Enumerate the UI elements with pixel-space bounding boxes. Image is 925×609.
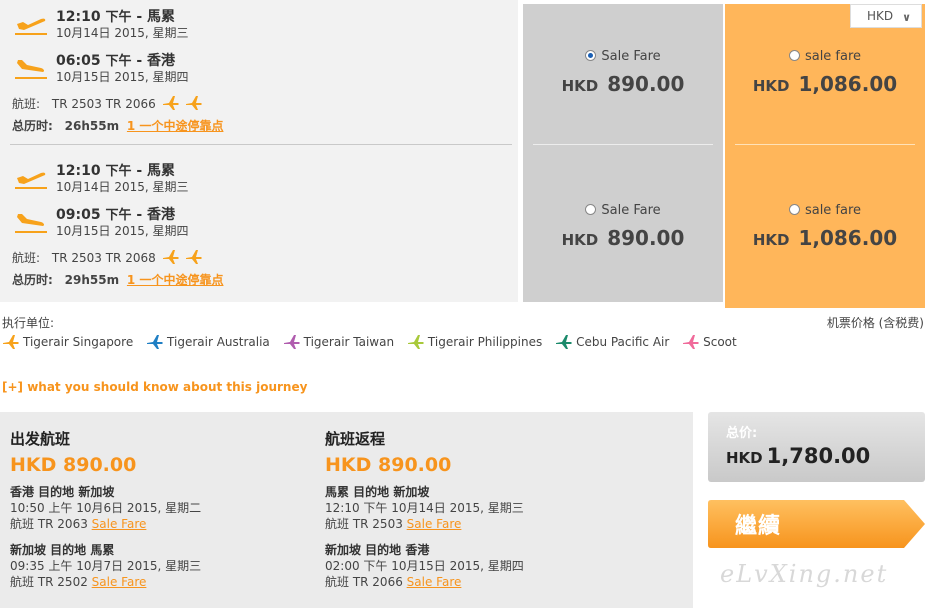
tigerair-singapore-icon <box>186 96 203 110</box>
watermark-logo: eLvXing.net <box>720 560 889 588</box>
plane-icon <box>407 335 424 349</box>
fare-price: HKD 890.00 <box>561 226 685 250</box>
fare-radio-button[interactable] <box>585 204 597 215</box>
operators-legend: Tigerair Singapore Tigerair Australia Ti… <box>2 334 746 350</box>
fare-price: HKD 1,086.00 <box>752 72 898 96</box>
fare-price: HKD 1,086.00 <box>752 226 898 250</box>
operators-label: 执行单位: <box>2 316 55 330</box>
fare-cell-option-1[interactable]: Sale Fare HKD 890.00 <box>523 4 723 144</box>
arrival-date: 10月15日 2015, 星期四 <box>56 224 189 238</box>
fare-label: Sale Fare <box>601 49 661 64</box>
option-divider <box>10 144 512 145</box>
stops-link[interactable]: 1 一个中途停靠点 <box>127 273 224 287</box>
currency-value: HKD <box>867 9 894 23</box>
operator-tigerair-singapore: Tigerair Singapore <box>2 334 133 350</box>
departure-date: 10月14日 2015, 星期三 <box>56 26 189 40</box>
duration-row: 总历时: 26h55m 1 一个中途停靠点 <box>12 116 512 138</box>
fare-link[interactable]: Sale Fare <box>407 575 462 589</box>
duration-label: 总历时: <box>12 273 53 287</box>
currency-select[interactable]: HKD ∨ <box>850 4 922 28</box>
fare-cell-option-2[interactable]: sale fare HKD 1,086.00 <box>725 158 925 298</box>
plane-icon <box>147 335 164 349</box>
fare-radio-button[interactable] <box>585 50 597 61</box>
fare-radio-row[interactable]: Sale Fare <box>523 49 723 64</box>
tigerair-singapore-icon <box>186 250 203 264</box>
stops-link[interactable]: 1 一个中途停靠点 <box>127 119 224 133</box>
flight-label: 航班: <box>12 251 41 265</box>
takeoff-icon <box>15 18 47 35</box>
fare-link[interactable]: Sale Fare <box>407 517 462 531</box>
departure-time: 12:10 下午 - 馬累 <box>56 9 176 25</box>
flight-option-1[interactable]: 12:10 下午 - 馬累 10月14日 2015, 星期三 06:05 下午 … <box>12 2 512 138</box>
journey-info-link[interactable]: [+] what you should know about this jour… <box>2 380 307 394</box>
operator-tigerair-philippines: Tigerair Philippines <box>407 334 542 350</box>
continue-button[interactable]: 繼續 <box>708 500 925 548</box>
operator-tigerair-taiwan: Tigerair Taiwan <box>283 334 394 350</box>
arrival-time: 06:05 下午 - 香港 <box>56 53 176 69</box>
fare-radio-button[interactable] <box>788 50 800 61</box>
duration-row: 总历时: 29h55m 1 一个中途停靠点 <box>12 270 512 292</box>
return-title: 航班返程 <box>325 430 386 448</box>
fare-radio-row[interactable]: sale fare <box>725 203 925 218</box>
sale-fare-column: Sale Fare HKD 890.00 Sale Fare HKD 890.0… <box>523 4 723 302</box>
landing-icon <box>15 214 47 233</box>
flight-numbers: TR 2503 TR 2068 <box>51 251 156 265</box>
plane-icon <box>683 335 700 349</box>
continue-label: 繼續 <box>735 514 782 539</box>
fare-link[interactable]: Sale Fare <box>92 517 147 531</box>
fare-divider <box>735 144 915 145</box>
operator-scoot: Scoot <box>682 334 737 350</box>
outbound-title: 出发航班 <box>10 430 71 448</box>
flight-option-2[interactable]: 12:10 下午 - 馬累 10月14日 2015, 星期三 09:05 下午 … <box>12 156 512 292</box>
duration-value: 26h55m <box>64 119 120 133</box>
operator-cebu-pacific: Cebu Pacific Air <box>555 334 669 350</box>
duration-value: 29h55m <box>64 273 120 287</box>
price-note: 机票价格 (含税费) <box>826 316 924 330</box>
total-value: HKD 1,780.00 <box>726 444 871 468</box>
arrival-date: 10月15日 2015, 星期四 <box>56 70 189 84</box>
fare-radio-button[interactable] <box>788 204 800 215</box>
operator-tigerair-australia: Tigerair Australia <box>146 334 270 350</box>
tigerair-singapore-icon <box>162 96 179 110</box>
departure-segment: 12:10 下午 - 馬累 10月14日 2015, 星期三 <box>12 2 512 46</box>
takeoff-icon <box>15 172 47 189</box>
departure-segment: 12:10 下午 - 馬累 10月14日 2015, 星期三 <box>12 156 512 200</box>
flight-numbers-row: 航班: TR 2503 TR 2068 <box>12 248 512 270</box>
total-price-box: 总价: HKD 1,780.00 <box>708 412 925 482</box>
fare-price: HKD 890.00 <box>561 72 685 96</box>
arrival-time: 09:05 下午 - 香港 <box>56 207 176 223</box>
fare-cell-option-2[interactable]: Sale Fare HKD 890.00 <box>523 158 723 298</box>
departure-time: 12:10 下午 - 馬累 <box>56 163 176 179</box>
total-label: 总价: <box>726 426 758 441</box>
fare-link[interactable]: Sale Fare <box>92 575 147 589</box>
return-leg-1: 馬累 目的地 新加坡 12:10 下午 10月14日 2015, 星期三 航班 … <box>325 485 524 531</box>
flight-label: 航班: <box>12 97 41 111</box>
return-leg-2: 新加坡 目的地 香港 02:00 下午 10月15日 2015, 星期四 航班 … <box>325 543 524 589</box>
outbound-leg-2: 新加坡 目的地 馬累 09:35 上午 10月7日 2015, 星期三 航班 T… <box>10 543 202 589</box>
plane-icon <box>283 335 300 349</box>
fare-label: Sale Fare <box>601 203 661 218</box>
booking-summary: 出发航班 HKD 890.00 香港 目的地 新加坡 10:50 上午 10月6… <box>0 412 693 608</box>
fare-radio-row[interactable]: sale fare <box>725 49 925 64</box>
tigerair-singapore-icon <box>162 250 179 264</box>
duration-label: 总历时: <box>12 119 53 133</box>
fare-radio-row[interactable]: Sale Fare <box>523 203 723 218</box>
departure-date: 10月14日 2015, 星期三 <box>56 180 189 194</box>
plane-icon <box>556 335 573 349</box>
fare-divider <box>533 144 713 145</box>
flight-numbers: TR 2503 TR 2066 <box>51 97 156 111</box>
plane-icon <box>3 335 19 349</box>
chevron-down-icon: ∨ <box>902 11 911 24</box>
outbound-leg-1: 香港 目的地 新加坡 10:50 上午 10月6日 2015, 星期二 航班 T… <box>10 485 202 531</box>
arrival-segment: 06:05 下午 - 香港 10月15日 2015, 星期四 <box>12 46 512 90</box>
premium-fare-column: sale fare HKD 1,086.00 sale fare HKD 1,0… <box>725 4 925 308</box>
fare-label: sale fare <box>804 49 862 64</box>
outbound-price: HKD 890.00 <box>10 454 137 476</box>
flight-options-panel: 12:10 下午 - 馬累 10月14日 2015, 星期三 06:05 下午 … <box>0 0 518 302</box>
arrival-segment: 09:05 下午 - 香港 10月15日 2015, 星期四 <box>12 200 512 244</box>
return-price: HKD 890.00 <box>325 454 452 476</box>
flight-numbers-row: 航班: TR 2503 TR 2066 <box>12 94 512 116</box>
fare-label: sale fare <box>804 203 862 218</box>
landing-icon <box>15 60 47 79</box>
